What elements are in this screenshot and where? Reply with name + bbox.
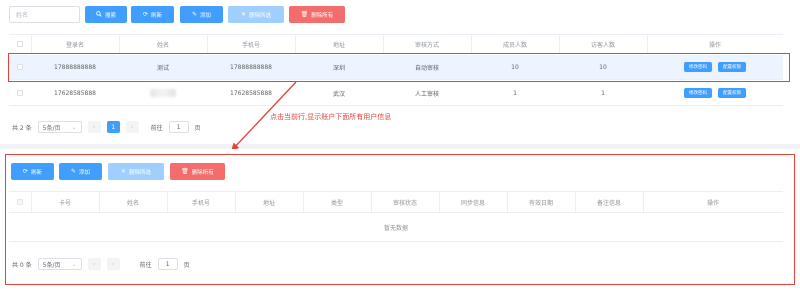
users-panel-highlight: [5, 154, 795, 285]
